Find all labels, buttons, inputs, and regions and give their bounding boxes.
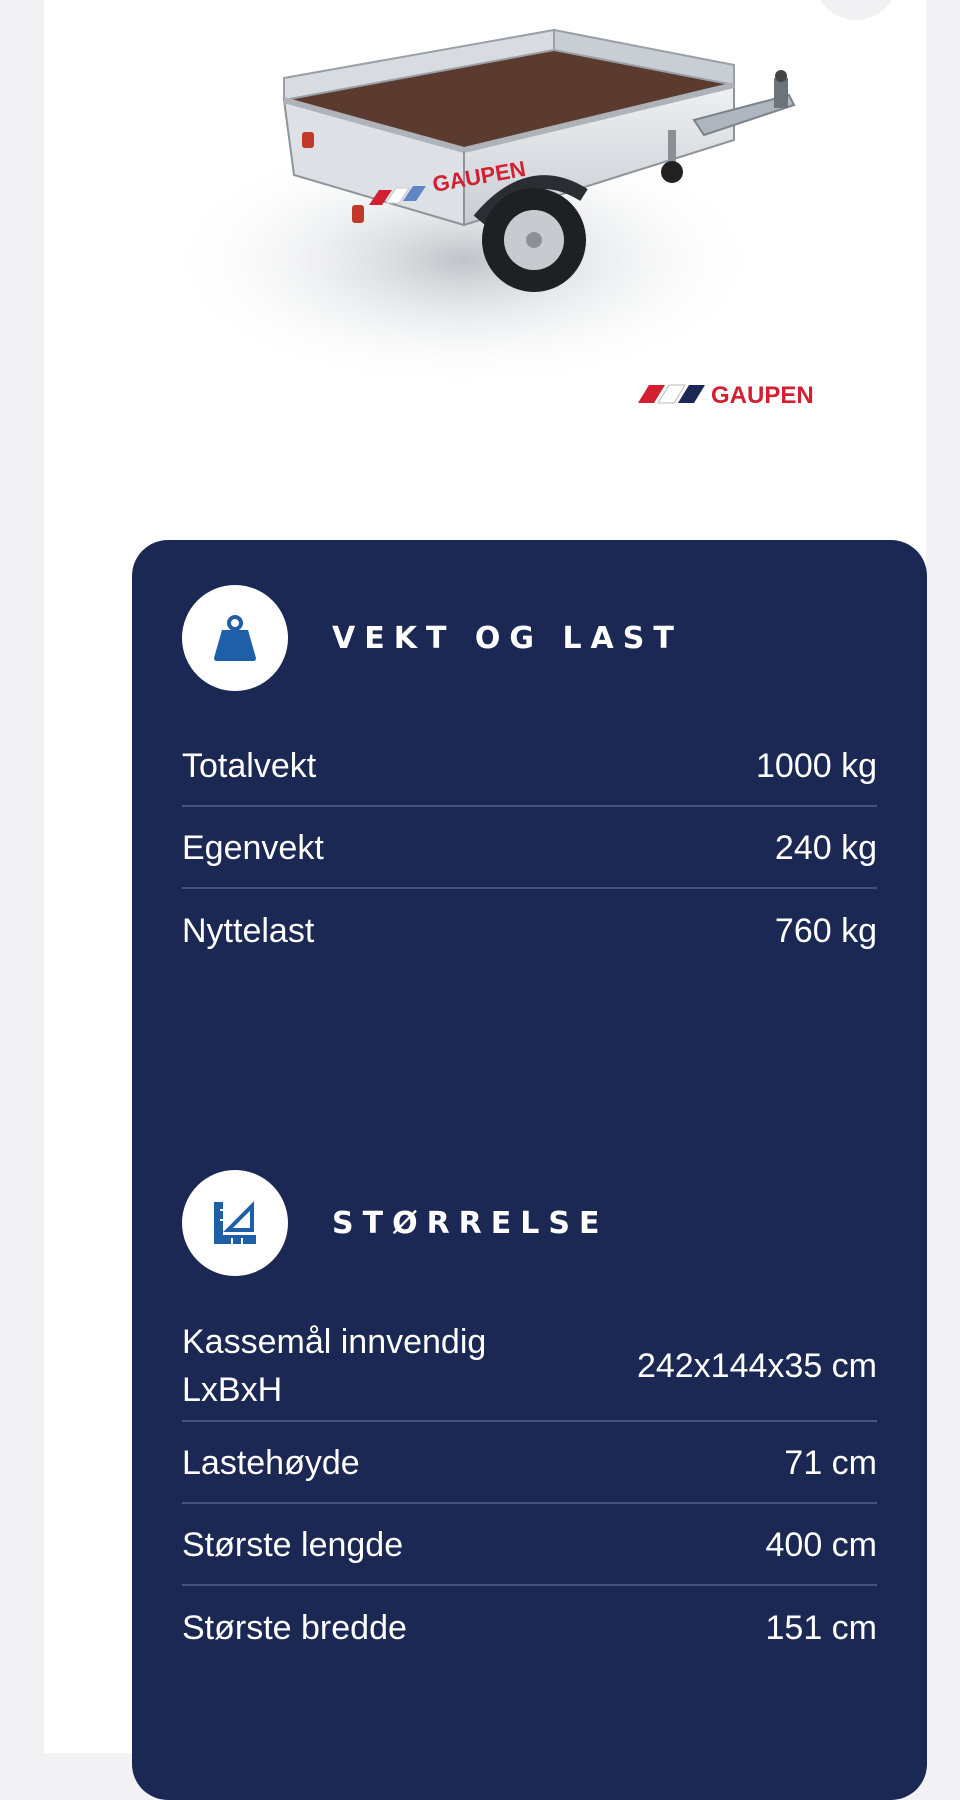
- weight-icon: [182, 585, 288, 691]
- spec-panel: VEKT OG LAST Totalvekt 1000 kg Egenvekt …: [132, 540, 927, 1800]
- spec-label: Største bredde: [182, 1609, 407, 1647]
- spec-row: Største lengde 400 cm: [182, 1504, 877, 1586]
- spec-value: 1000 kg: [756, 746, 877, 785]
- spec-row: Kassemål innvendig LxBxH 242x144x35 cm: [182, 1310, 877, 1422]
- spec-label: Egenvekt: [182, 829, 324, 867]
- ruler-icon: [182, 1170, 288, 1276]
- spec-value: 151 cm: [765, 1608, 878, 1647]
- spec-value: 400 cm: [765, 1525, 878, 1564]
- spec-row: Nyttelast 760 kg: [182, 889, 877, 971]
- spec-row: Egenvekt 240 kg: [182, 807, 877, 889]
- section-title: VEKT OG LAST: [332, 621, 683, 656]
- section-size: STØRRELSE Kassemål innvendig LxBxH 242x1…: [182, 1170, 877, 1647]
- spec-row: Totalvekt 1000 kg: [182, 725, 877, 807]
- section-title: STØRRELSE: [332, 1206, 609, 1241]
- spec-row: Lastehøyde 71 cm: [182, 1422, 877, 1504]
- section-weight: VEKT OG LAST Totalvekt 1000 kg Egenvekt …: [182, 585, 877, 950]
- spec-label: Totalvekt: [182, 747, 317, 785]
- spec-value: 760 kg: [774, 911, 877, 950]
- spec-value: 71 cm: [784, 1443, 877, 1482]
- spec-value: 240 kg: [774, 828, 877, 867]
- spec-label: Kassemål innvendig LxBxH: [182, 1323, 487, 1409]
- spec-value: 242x144x35 cm: [636, 1346, 877, 1385]
- spec-label: Største lengde: [182, 1526, 404, 1564]
- page-card: GAUPEN GAUPEN VEKT OG LAST Totalvekt 100…: [44, 0, 927, 1800]
- spec-label: Nyttelast: [182, 912, 315, 950]
- spec-label: Lastehøyde: [182, 1444, 360, 1482]
- spec-row: Største bredde 151 cm: [182, 1586, 877, 1668]
- svg-text:GAUPEN: GAUPEN: [711, 382, 814, 409]
- product-image: GAUPEN GAUPEN: [164, 28, 814, 409]
